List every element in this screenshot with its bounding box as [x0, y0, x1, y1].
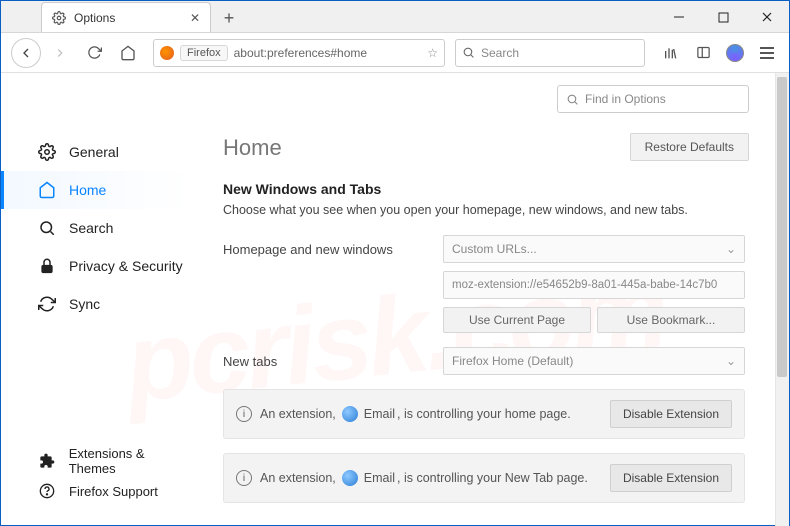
- new-tab-button[interactable]: +: [215, 4, 243, 32]
- identity-label: Firefox: [180, 45, 228, 61]
- sync-icon: [37, 294, 57, 314]
- newtabs-label: New tabs: [223, 354, 443, 369]
- homepage-label: Homepage and new windows: [223, 242, 443, 257]
- info-icon: i: [236, 470, 252, 486]
- search-bar[interactable]: Search: [455, 39, 645, 67]
- forward-button[interactable]: [45, 38, 75, 68]
- sidebar-label: General: [69, 144, 119, 160]
- newtabs-dropdown[interactable]: Firefox Home (Default): [443, 347, 745, 375]
- sidebar-label: Privacy & Security: [69, 258, 183, 274]
- address-bar[interactable]: Firefox about:preferences#home ☆: [153, 39, 445, 67]
- section-title: New Windows and Tabs: [223, 181, 745, 197]
- close-tab-icon[interactable]: ✕: [190, 11, 200, 25]
- search-placeholder: Search: [481, 46, 519, 60]
- use-bookmark-button[interactable]: Use Bookmark...: [597, 307, 745, 333]
- sidebar-icon[interactable]: [691, 41, 715, 65]
- profile-icon[interactable]: [723, 41, 747, 65]
- library-icon[interactable]: [659, 41, 683, 65]
- disable-extension-button[interactable]: Disable Extension: [610, 400, 732, 428]
- sidebar-item-home[interactable]: Home: [1, 171, 193, 209]
- use-current-page-button[interactable]: Use Current Page: [443, 307, 591, 333]
- sidebar-label: Home: [69, 182, 106, 198]
- info-icon: i: [236, 406, 252, 422]
- sidebar-item-general[interactable]: General: [1, 133, 193, 171]
- search-icon: [37, 218, 57, 238]
- puzzle-icon: [37, 451, 57, 471]
- lock-icon: [37, 256, 57, 276]
- home-button[interactable]: [113, 38, 143, 68]
- bookmark-star-icon[interactable]: ☆: [427, 46, 438, 60]
- menu-button[interactable]: [755, 41, 779, 65]
- main-panel: Find in Options Home Restore Defaults Ne…: [193, 73, 789, 526]
- sidebar-item-privacy[interactable]: Privacy & Security: [1, 247, 193, 285]
- find-placeholder: Find in Options: [585, 92, 666, 106]
- extension-icon: [342, 406, 358, 422]
- home-icon: [37, 180, 57, 200]
- disable-extension-button[interactable]: Disable Extension: [610, 464, 732, 492]
- sidebar-label: Search: [69, 220, 113, 236]
- window-maximize-button[interactable]: [701, 2, 745, 32]
- sidebar-label: Firefox Support: [69, 484, 158, 499]
- find-in-options-input[interactable]: Find in Options: [557, 85, 749, 113]
- scrollbar[interactable]: [775, 73, 789, 526]
- help-icon: [37, 481, 57, 501]
- sidebar-item-search[interactable]: Search: [1, 209, 193, 247]
- sidebar: General Home Search Privacy & Security S…: [1, 73, 193, 526]
- back-button[interactable]: [11, 38, 41, 68]
- extension-icon: [342, 470, 358, 486]
- sidebar-item-sync[interactable]: Sync: [1, 285, 193, 323]
- homepage-dropdown[interactable]: Custom URLs...: [443, 235, 745, 263]
- window-minimize-button[interactable]: [657, 2, 701, 32]
- scrollbar-thumb[interactable]: [777, 77, 787, 377]
- section-description: Choose what you see when you open your h…: [223, 203, 745, 217]
- reload-button[interactable]: [79, 38, 109, 68]
- extension-notice-newtab: i An extension, Email, is controlling yo…: [223, 453, 745, 503]
- sidebar-item-extensions[interactable]: Extensions & Themes: [1, 446, 193, 476]
- homepage-url-input[interactable]: moz-extension://e54652b9-8a01-445a-babe-…: [443, 271, 745, 299]
- sidebar-label: Sync: [69, 296, 100, 312]
- search-icon: [566, 93, 579, 106]
- sidebar-label: Extensions & Themes: [69, 446, 193, 476]
- url-text: about:preferences#home: [234, 46, 367, 60]
- navigation-toolbar: Firefox about:preferences#home ☆ Search: [1, 33, 789, 73]
- sidebar-item-support[interactable]: Firefox Support: [1, 476, 193, 506]
- browser-tab[interactable]: Options ✕: [41, 2, 211, 32]
- gear-icon: [37, 142, 57, 162]
- restore-defaults-button[interactable]: Restore Defaults: [630, 133, 749, 161]
- extension-notice-homepage: i An extension, Email, is controlling yo…: [223, 389, 745, 439]
- firefox-icon: [160, 46, 174, 60]
- tab-title: Options: [74, 11, 115, 25]
- title-bar: Options ✕ +: [1, 1, 789, 33]
- search-icon: [462, 46, 475, 59]
- gear-icon: [52, 11, 66, 25]
- window-close-button[interactable]: [745, 2, 789, 32]
